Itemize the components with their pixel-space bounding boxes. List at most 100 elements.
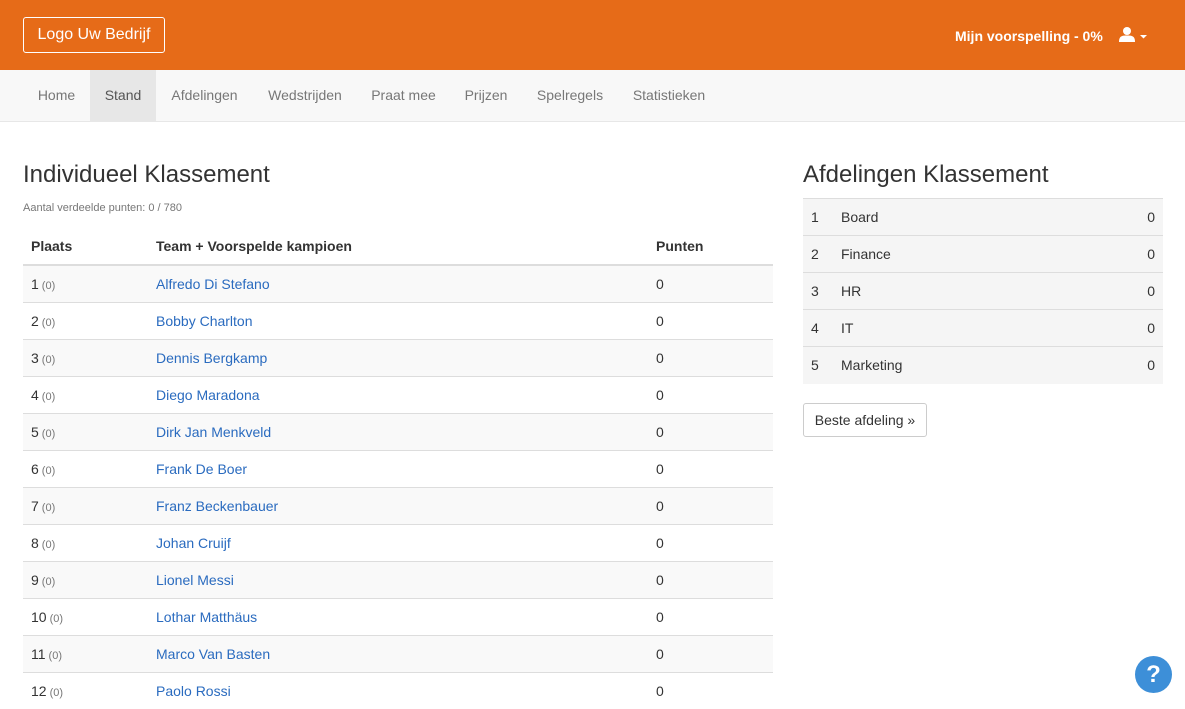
table-row: 4 (0) Diego Maradona 0 bbox=[23, 375, 773, 413]
rank-number: 3 bbox=[31, 349, 39, 366]
department-points: 0 bbox=[1085, 272, 1163, 310]
player-link[interactable]: Dirk Jan Menkveld bbox=[156, 424, 271, 440]
rank-cell: 4 (0) bbox=[23, 375, 148, 413]
department-points: 0 bbox=[1085, 346, 1163, 384]
rank-cell: 5 (0) bbox=[23, 412, 148, 450]
best-department-button[interactable]: Beste afdeling » bbox=[803, 403, 927, 437]
nav-prijzen[interactable]: Prijzen bbox=[450, 70, 522, 121]
help-icon[interactable]: ? bbox=[1135, 656, 1172, 693]
player-cell: Diego Maradona bbox=[148, 375, 648, 413]
department-rank: 2 bbox=[803, 235, 833, 273]
points-cell: 0 bbox=[648, 265, 773, 302]
points-cell: 0 bbox=[648, 523, 773, 561]
department-name: Board bbox=[833, 198, 1086, 236]
department-name: HR bbox=[833, 272, 1086, 310]
player-link[interactable]: Diego Maradona bbox=[156, 387, 260, 403]
rank-number: 9 bbox=[31, 571, 39, 588]
player-link[interactable]: Johan Cruijf bbox=[156, 535, 231, 551]
rank-number: 4 bbox=[31, 386, 39, 403]
main-nav: Home Stand Afdelingen Wedstrijden Praat … bbox=[0, 70, 1185, 122]
player-link[interactable]: Franz Beckenbauer bbox=[156, 498, 278, 514]
player-cell: Dirk Jan Menkveld bbox=[148, 412, 648, 450]
rank-number: 7 bbox=[31, 497, 39, 514]
nav-wedstrijden[interactable]: Wedstrijden bbox=[253, 70, 357, 121]
rank-cell: 11 (0) bbox=[23, 634, 148, 672]
department-rank: 1 bbox=[803, 198, 833, 236]
rank-cell: 12 (0) bbox=[23, 671, 148, 709]
previous-rank: (0) bbox=[41, 464, 56, 477]
table-row: 7 (0) Franz Beckenbauer 0 bbox=[23, 486, 773, 524]
department-name: Finance bbox=[833, 235, 1086, 273]
points-cell: 0 bbox=[648, 560, 773, 598]
table-row: 3 HR 0 bbox=[803, 272, 1163, 310]
user-icon bbox=[1119, 27, 1135, 42]
player-cell: Lothar Matthäus bbox=[148, 597, 648, 635]
points-distributed-text: Aantal verdeelde punten: 0 / 780 bbox=[23, 202, 183, 214]
player-link[interactable]: Lothar Matthäus bbox=[156, 609, 257, 625]
department-points: 0 bbox=[1085, 198, 1163, 236]
points-cell: 0 bbox=[648, 375, 773, 413]
department-points: 0 bbox=[1085, 235, 1163, 273]
nav-statistieken[interactable]: Statistieken bbox=[618, 70, 720, 121]
player-link[interactable]: Marco Van Basten bbox=[156, 646, 270, 662]
department-name: Marketing bbox=[833, 346, 1086, 384]
table-row: 5 Marketing 0 bbox=[803, 346, 1163, 384]
player-cell: Dennis Bergkamp bbox=[148, 338, 648, 376]
player-link[interactable]: Paolo Rossi bbox=[156, 683, 231, 699]
table-row: 12 (0) Paolo Rossi 0 bbox=[23, 671, 773, 709]
caret-down-icon bbox=[1140, 35, 1147, 39]
player-link[interactable]: Frank De Boer bbox=[156, 461, 247, 477]
table-row: 4 IT 0 bbox=[803, 309, 1163, 347]
table-row: 1 Board 0 bbox=[803, 198, 1163, 236]
previous-rank: (0) bbox=[41, 538, 56, 551]
department-rank: 5 bbox=[803, 346, 833, 384]
previous-rank: (0) bbox=[49, 686, 64, 699]
player-link[interactable]: Bobby Charlton bbox=[156, 313, 253, 329]
previous-rank: (0) bbox=[41, 390, 56, 403]
department-rank: 4 bbox=[803, 309, 833, 347]
player-link[interactable]: Alfredo Di Stefano bbox=[156, 276, 270, 292]
individual-ranking-title: Individueel Klassement bbox=[23, 161, 270, 188]
player-cell: Frank De Boer bbox=[148, 449, 648, 487]
player-cell: Bobby Charlton bbox=[148, 301, 648, 339]
player-link[interactable]: Lionel Messi bbox=[156, 572, 234, 588]
column-header-punten: Punten bbox=[648, 227, 773, 266]
department-name: IT bbox=[833, 309, 1086, 347]
points-cell: 0 bbox=[648, 301, 773, 339]
points-cell: 0 bbox=[648, 671, 773, 709]
individual-ranking-table: Plaats Team + Voorspelde kampioen Punten… bbox=[23, 227, 773, 709]
points-cell: 0 bbox=[648, 412, 773, 450]
department-ranking-table: 1 Board 0 2 Finance 0 3 HR 0 4 IT 0 5 Ma… bbox=[803, 198, 1163, 384]
table-row: 8 (0) Johan Cruijf 0 bbox=[23, 523, 773, 561]
table-row: 1 (0) Alfredo Di Stefano 0 bbox=[23, 265, 773, 302]
column-header-team: Team + Voorspelde kampioen bbox=[148, 227, 648, 266]
player-cell: Johan Cruijf bbox=[148, 523, 648, 561]
points-cell: 0 bbox=[648, 486, 773, 524]
rank-number: 11 bbox=[31, 645, 46, 662]
rank-cell: 1 (0) bbox=[23, 265, 148, 302]
nav-afdelingen[interactable]: Afdelingen bbox=[156, 70, 253, 121]
points-cell: 0 bbox=[648, 449, 773, 487]
table-row: 6 (0) Frank De Boer 0 bbox=[23, 449, 773, 487]
table-row: 5 (0) Dirk Jan Menkveld 0 bbox=[23, 412, 773, 450]
my-prediction-link[interactable]: Mijn voorspelling - 0% bbox=[955, 27, 1103, 45]
previous-rank: (0) bbox=[41, 575, 56, 588]
player-cell: Franz Beckenbauer bbox=[148, 486, 648, 524]
user-menu-toggle[interactable] bbox=[1118, 26, 1148, 46]
rank-cell: 7 (0) bbox=[23, 486, 148, 524]
points-cell: 0 bbox=[648, 338, 773, 376]
table-row: 3 (0) Dennis Bergkamp 0 bbox=[23, 338, 773, 376]
nav-home[interactable]: Home bbox=[23, 70, 90, 121]
previous-rank: (0) bbox=[48, 649, 62, 662]
department-points: 0 bbox=[1085, 309, 1163, 347]
nav-praat-mee[interactable]: Praat mee bbox=[357, 70, 450, 121]
player-cell: Marco Van Basten bbox=[148, 634, 648, 672]
nav-stand[interactable]: Stand bbox=[90, 70, 156, 121]
player-link[interactable]: Dennis Bergkamp bbox=[156, 350, 267, 366]
points-cell: 0 bbox=[648, 634, 773, 672]
previous-rank: (0) bbox=[41, 353, 56, 366]
nav-spelregels[interactable]: Spelregels bbox=[522, 70, 618, 121]
previous-rank: (0) bbox=[41, 279, 56, 292]
rank-cell: 9 (0) bbox=[23, 560, 148, 598]
logo-button[interactable]: Logo Uw Bedrijf bbox=[23, 17, 165, 53]
